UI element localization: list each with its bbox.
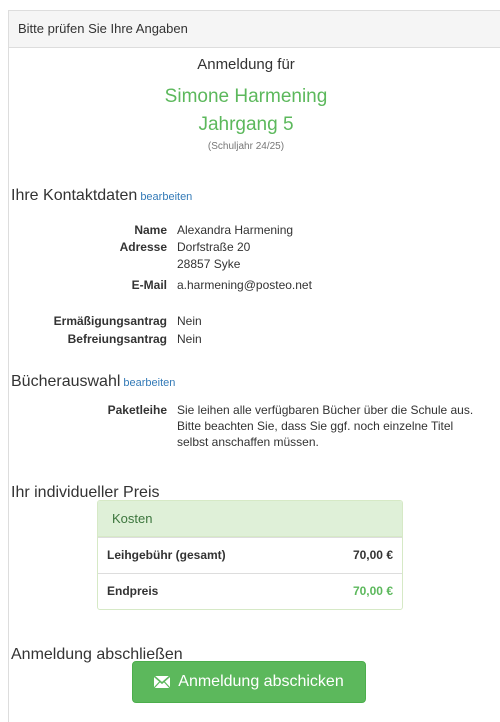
package-label: Paketleihe: [107, 403, 167, 417]
rental-fee-value: 70,00 €: [352, 548, 393, 562]
books-edit-link[interactable]: bearbeiten: [123, 377, 175, 389]
submit-registration-button[interactable]: Anmeldung abschicken: [132, 661, 366, 703]
table-row: Leihgebühr (gesamt) 70,00 €: [98, 537, 402, 573]
books-heading-label: Bücherauswahl: [11, 373, 121, 390]
package-description: Sie leihen alle verfügbaren Bücher über …: [177, 403, 474, 449]
table-row: Endpreis 70,00 €: [98, 573, 402, 609]
registration-title: Anmeldung für: [197, 56, 295, 73]
reduction-label: Ermäßigungsantrag: [53, 314, 167, 328]
address-label: Adresse: [119, 240, 167, 254]
contact-heading: Ihre Kontaktdaten bearbeiten: [11, 187, 192, 205]
address-line2: 28857 Syke: [177, 257, 241, 271]
final-price-value: 70,00 €: [352, 584, 393, 598]
name-label: Name: [134, 223, 167, 237]
panel-title: Bitte prüfen Sie Ihre Angaben: [9, 11, 500, 48]
contact-heading-label: Ihre Kontaktdaten: [11, 187, 138, 204]
final-price-label: Endpreis: [107, 584, 159, 598]
reduction-value: Nein: [177, 314, 202, 328]
contact-edit-link[interactable]: bearbeiten: [140, 191, 192, 203]
exemption-label: Befreiungsantrag: [67, 332, 167, 346]
submit-button-label: Anmeldung abschicken: [178, 673, 344, 690]
cost-table-title: Kosten: [98, 501, 402, 537]
student-grade: Jahrgang 5: [198, 114, 294, 135]
school-year: (Schuljahr 24/25): [207, 141, 285, 152]
email-value: a.harmening@posteo.net: [177, 278, 312, 292]
cost-table: Kosten Leihgebühr (gesamt) 70,00 € Endpr…: [97, 500, 403, 610]
rental-fee-label: Leihgebühr (gesamt): [107, 548, 226, 562]
name-value: Alexandra Harmening: [177, 223, 294, 237]
address-line1: Dorfstraße 20: [177, 240, 251, 254]
exemption-value: Nein: [177, 332, 202, 346]
student-name: Simone Harmening: [164, 86, 328, 107]
envelope-icon: [154, 676, 171, 688]
email-label: E-Mail: [131, 278, 167, 292]
books-heading: Bücherauswahl bearbeiten: [11, 373, 175, 391]
